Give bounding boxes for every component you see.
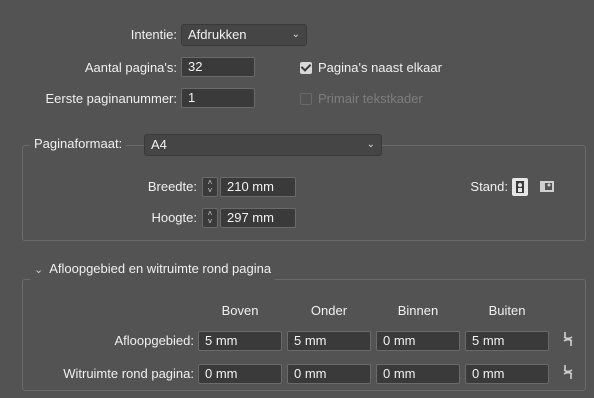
height-label: Hoogte: (151, 210, 197, 225)
chevron-down-icon: ⌄ (291, 29, 300, 40)
chain-broken-icon (563, 365, 573, 379)
width-stepper[interactable]: ˄ ˅ (202, 177, 218, 197)
col-header-inside: Binnen (397, 303, 439, 318)
slug-inside-field[interactable]: 0 mm (376, 364, 460, 384)
intent-label: Intentie: (130, 27, 177, 42)
facing-pages-checkbox[interactable] (300, 62, 312, 74)
bleed-label: Afloopgebied: (114, 333, 194, 348)
col-header-top: Boven (221, 303, 259, 318)
landscape-icon (540, 181, 554, 192)
bleed-top-field[interactable]: 5 mm (198, 331, 282, 351)
width-label: Breedte: (147, 179, 197, 194)
page-size-label: Paginaformaat: (30, 133, 127, 155)
portrait-icon (516, 181, 524, 193)
width-field[interactable]: 210 mm (220, 177, 296, 197)
bleed-bottom-field[interactable]: 5 mm (287, 331, 371, 351)
slug-label: Witruimte rond pagina: (63, 366, 194, 381)
bleed-section-title: Afloopgebied en witruimte rond pagina (49, 261, 272, 276)
pages-field[interactable]: 32 (181, 57, 255, 77)
slug-bottom-field[interactable]: 0 mm (287, 364, 371, 384)
first-page-label: Eerste paginanummer: (45, 91, 177, 106)
chain-broken-icon (563, 332, 573, 346)
pages-label: Aantal pagina's: (84, 60, 177, 75)
primary-frame-label: Primair tekstkader (318, 91, 423, 106)
portrait-orientation-button[interactable] (512, 178, 528, 196)
landscape-orientation-button[interactable] (538, 179, 556, 194)
slug-top-field[interactable]: 0 mm (198, 364, 282, 384)
facing-pages-label: Pagina's naast elkaar (318, 60, 442, 75)
bleed-outside-field[interactable]: 5 mm (465, 331, 549, 351)
col-header-bottom: Onder (310, 303, 348, 318)
page-size-value: A4 (151, 137, 167, 152)
intent-select[interactable]: Afdrukken ⌄ (181, 24, 307, 46)
slug-outside-field[interactable]: 0 mm (465, 364, 549, 384)
bleed-section-toggle[interactable]: ⌄ Afloopgebied en witruimte rond pagina (30, 258, 276, 281)
chevron-down-icon: ⌄ (34, 264, 44, 276)
unlink-slug-icon[interactable] (561, 363, 575, 385)
unlink-bleed-icon[interactable] (561, 330, 575, 352)
page-size-select[interactable]: A4 ⌄ (144, 134, 382, 156)
height-field[interactable]: 297 mm (220, 208, 296, 228)
height-stepper[interactable]: ˄ ˅ (202, 208, 218, 228)
col-header-outside: Buiten (488, 303, 526, 318)
primary-frame-checkbox[interactable] (300, 93, 312, 105)
first-page-field[interactable]: 1 (181, 88, 255, 108)
orientation-label: Stand: (470, 179, 508, 194)
chevron-down-icon: ⌄ (366, 139, 375, 150)
intent-value: Afdrukken (188, 27, 247, 42)
bleed-inside-field[interactable]: 0 mm (376, 331, 460, 351)
